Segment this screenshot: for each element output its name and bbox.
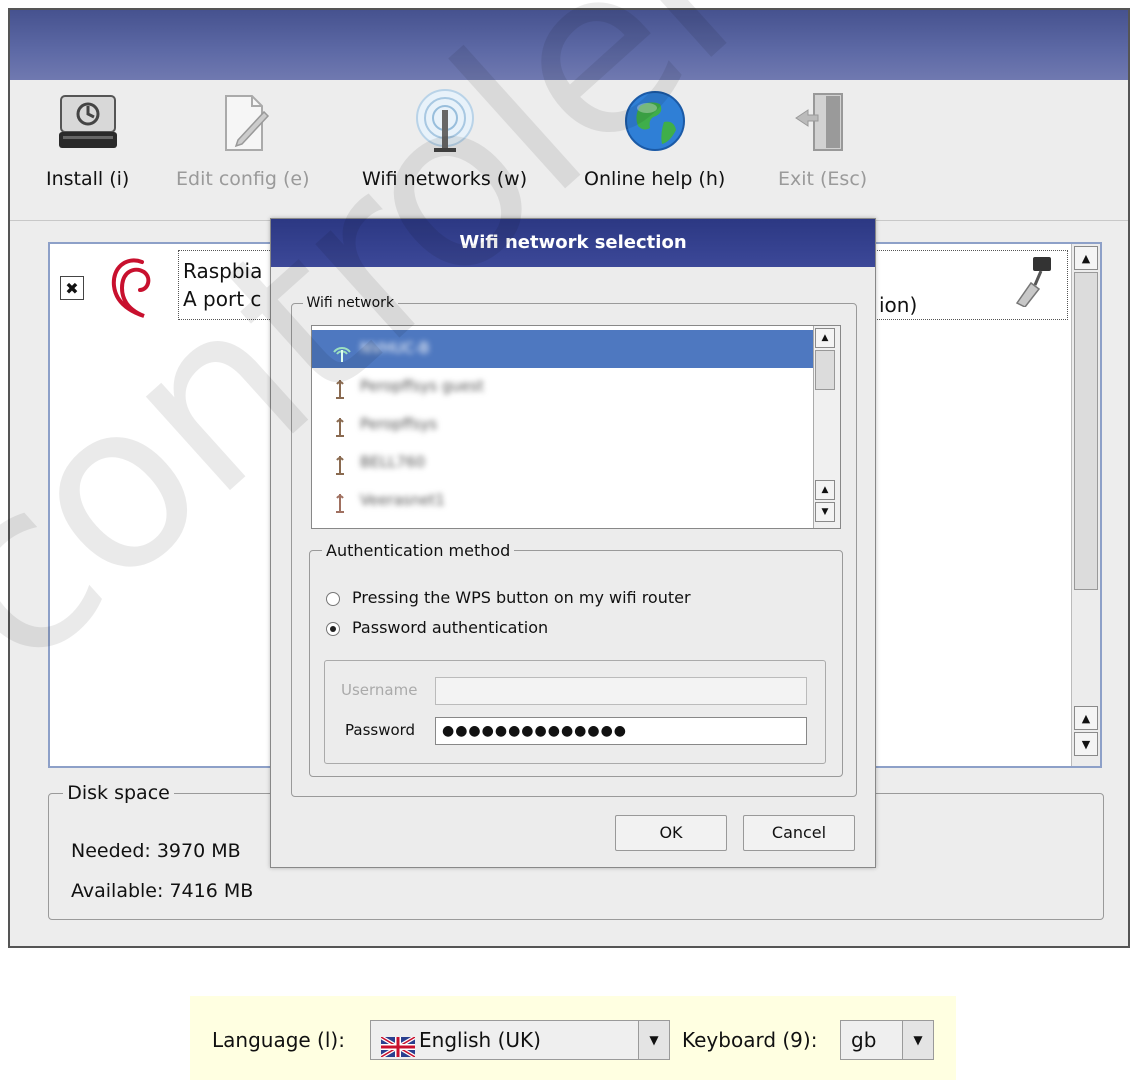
keyboard-label: Keyboard (9): xyxy=(682,1028,818,1052)
wifi-antenna-icon xyxy=(410,88,480,158)
network-name: BELL760 xyxy=(360,453,426,471)
antenna-icon xyxy=(330,452,346,475)
authentication-legend: Authentication method xyxy=(326,541,511,560)
online-help-button[interactable]: Online help (h) xyxy=(584,88,725,190)
language-select[interactable]: English (UK) ▼ xyxy=(370,1020,670,1060)
needed-space-text: Needed: 3970 MB xyxy=(71,840,241,862)
os-list-scrollbar[interactable]: ▲ ▲ ▼ xyxy=(1071,244,1100,766)
antenna-icon xyxy=(330,376,346,399)
antenna-icon xyxy=(330,490,346,513)
online-help-label: Online help (h) xyxy=(584,168,726,190)
uk-flag-icon xyxy=(379,1031,417,1059)
wifi-signal-icon xyxy=(330,338,351,362)
network-name: Peropffsys xyxy=(360,415,438,433)
network-item-1[interactable]: NVHUC-B xyxy=(312,330,814,368)
wifi-network-list: NVHUC-B Peropffsys guest Peropffsys BELL… xyxy=(311,325,841,529)
wifi-selection-dialog: Wifi network selection Wifi network NVHU… xyxy=(270,218,876,868)
network-item-2[interactable]: Peropffsys guest xyxy=(312,368,814,406)
password-label: Password xyxy=(345,721,416,739)
globe-icon xyxy=(620,88,690,158)
network-plug-icon xyxy=(1009,255,1055,314)
scroll-down-button[interactable]: ▼ xyxy=(815,502,835,522)
scroll-down-button[interactable]: ▼ xyxy=(1074,732,1098,756)
exit-door-icon xyxy=(788,88,858,158)
ok-button[interactable]: OK xyxy=(615,815,727,851)
chevron-down-icon[interactable]: ▼ xyxy=(902,1021,933,1059)
language-value: English (UK) xyxy=(419,1028,541,1052)
credentials-box: Username Password ●●●●●●●●●●●●●● xyxy=(324,660,826,764)
wifi-network-legend: Wifi network xyxy=(306,295,395,311)
available-space-text: Available: 7416 MB xyxy=(71,880,254,902)
network-name: NVHUC-B xyxy=(360,339,430,357)
network-item-5[interactable]: Veerasnet1 xyxy=(312,482,814,520)
password-field[interactable]: ●●●●●●●●●●●●●● xyxy=(435,717,807,745)
keyboard-select[interactable]: gb ▼ xyxy=(840,1020,934,1060)
authentication-group: Authentication method Pressing the WPS b… xyxy=(309,541,843,777)
network-item-4[interactable]: BELL760 xyxy=(312,444,814,482)
chevron-down-icon[interactable]: ▼ xyxy=(638,1021,669,1059)
exit-label: Exit (Esc) xyxy=(778,168,868,190)
os-checkbox[interactable]: ✖ xyxy=(60,276,84,300)
username-label: Username xyxy=(341,681,418,699)
language-keyboard-bar: Language (l): English (UK) ▼ Keyboard (9… xyxy=(190,996,956,1080)
scroll-up-button[interactable]: ▲ xyxy=(1074,246,1098,270)
edit-config-button[interactable]: Edit config (e) xyxy=(176,88,310,190)
network-item-3[interactable]: Peropffsys xyxy=(312,406,814,444)
password-option-label: Password authentication xyxy=(352,618,549,637)
os-description-tail: ion) xyxy=(879,293,918,317)
install-button[interactable]: Install (i) xyxy=(46,88,129,190)
edit-document-icon xyxy=(208,88,278,158)
install-label: Install (i) xyxy=(46,168,130,190)
exit-button[interactable]: Exit (Esc) xyxy=(778,88,867,190)
scroll-up-button-lower[interactable]: ▲ xyxy=(815,480,835,500)
scroll-thumb[interactable] xyxy=(815,350,835,390)
wifi-networks-label: Wifi networks (w) xyxy=(362,168,528,190)
window-title-bar[interactable] xyxy=(10,10,1128,80)
disk-space-legend: Disk space xyxy=(67,782,170,804)
network-name: Veerasnet1 xyxy=(360,491,445,509)
wps-radio[interactable] xyxy=(326,592,340,606)
password-value: ●●●●●●●●●●●●●● xyxy=(442,723,628,739)
network-list-scrollbar[interactable]: ▲ ▲ ▼ xyxy=(813,326,840,528)
scroll-up-button-lower[interactable]: ▲ xyxy=(1074,706,1098,730)
password-radio[interactable] xyxy=(326,622,340,636)
toolbar: Install (i) Edit config (e) Wifi network… xyxy=(10,80,1128,221)
debian-swirl-icon xyxy=(104,250,164,330)
scroll-thumb[interactable] xyxy=(1074,272,1098,590)
antenna-icon xyxy=(330,414,346,437)
language-label: Language (l): xyxy=(212,1028,345,1052)
wifi-networks-button[interactable]: Wifi networks (w) xyxy=(362,88,527,190)
network-name: Peropffsys guest xyxy=(360,377,484,395)
keyboard-value: gb xyxy=(851,1028,877,1052)
hard-drive-icon xyxy=(53,88,123,158)
dialog-title: Wifi network selection xyxy=(271,219,875,267)
wps-option-label: Pressing the WPS button on my wifi route… xyxy=(352,588,691,607)
username-field[interactable] xyxy=(435,677,807,705)
checkbox-mark: ✖ xyxy=(65,278,79,298)
cancel-button[interactable]: Cancel xyxy=(743,815,855,851)
edit-config-label: Edit config (e) xyxy=(176,168,310,190)
scroll-up-button[interactable]: ▲ xyxy=(815,328,835,348)
